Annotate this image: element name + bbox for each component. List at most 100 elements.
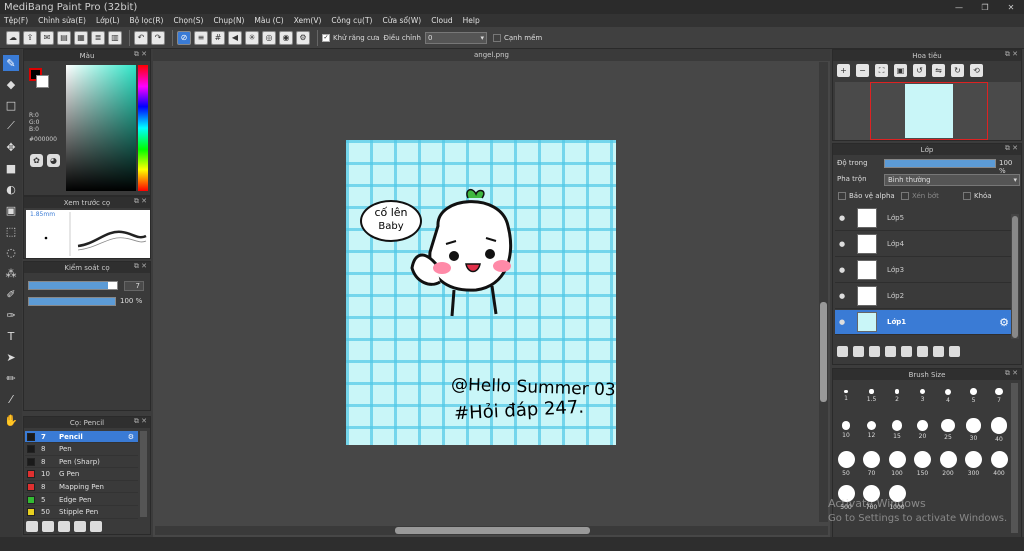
panel-controls-icon[interactable]: ⧉ ✕ xyxy=(134,262,147,271)
opacity-slider[interactable] xyxy=(28,297,116,306)
brush-size-option[interactable]: 12 xyxy=(861,415,883,445)
brush-size-option[interactable]: 1 xyxy=(835,381,857,411)
perspective-snap-icon[interactable]: ◀ xyxy=(228,30,242,45)
brush-list-item[interactable]: 50 Stipple Pen xyxy=(25,507,138,519)
menu-select[interactable]: Chọn(S) xyxy=(173,16,203,25)
bucket-tool-icon[interactable]: ◐ xyxy=(3,181,19,197)
cloud-icon[interactable]: ☁ xyxy=(6,30,20,45)
layer-opacity-slider[interactable] xyxy=(884,159,996,168)
horizontal-scroll-thumb[interactable] xyxy=(395,527,590,534)
soft-edge-checkbox[interactable] xyxy=(493,33,501,42)
flip-icon[interactable]: ⇋ xyxy=(932,64,945,77)
menu-tools[interactable]: Công cụ(T) xyxy=(331,16,372,25)
brush-size-option[interactable]: 70 xyxy=(861,449,883,479)
rotate-right-icon[interactable]: ↻ xyxy=(951,64,964,77)
brush-size-scrollbar[interactable] xyxy=(1011,383,1018,533)
zoom-out-icon[interactable]: − xyxy=(856,64,869,77)
menu-cloud[interactable]: Cloud xyxy=(431,16,452,25)
divide-tool-icon[interactable]: ✏ xyxy=(3,370,19,386)
select-eraser-icon[interactable]: ✑ xyxy=(3,307,19,323)
parallel-snap-icon[interactable]: ≡ xyxy=(194,30,208,45)
upload-icon[interactable]: ⇪ xyxy=(23,30,37,45)
brush-size-option[interactable]: 3 xyxy=(912,381,934,411)
operation-tool-icon[interactable]: ➤ xyxy=(3,349,19,365)
brush-size-option[interactable]: 5 xyxy=(963,381,985,411)
visibility-icon[interactable]: ● xyxy=(835,318,849,326)
layer-row[interactable]: ● Lớp4 xyxy=(835,232,1013,257)
shape-tool-icon[interactable]: ■ xyxy=(3,160,19,176)
redo-icon[interactable]: ↷ xyxy=(151,30,165,45)
brush-delete-icon[interactable] xyxy=(90,521,102,532)
layer-row[interactable]: ● Lớp3 xyxy=(835,258,1013,283)
canvas-tab[interactable]: angel.png xyxy=(153,49,830,61)
magic-wand-icon[interactable]: ⁂ xyxy=(3,265,19,281)
navigator-view[interactable] xyxy=(835,82,1021,140)
close-button[interactable]: ✕ xyxy=(998,0,1024,14)
duplicate-layer-icon[interactable] xyxy=(917,346,928,357)
menu-help[interactable]: Help xyxy=(463,16,480,25)
panel-controls-icon[interactable]: ⧉ ✕ xyxy=(1005,369,1018,378)
brush-size-option[interactable]: 150 xyxy=(912,449,934,479)
brush-size-option[interactable]: 15 xyxy=(886,415,908,445)
brush-size-option[interactable]: 50 xyxy=(835,449,857,479)
menu-file[interactable]: Tệp(F) xyxy=(4,16,28,25)
brush-size-option[interactable]: 100 xyxy=(886,449,908,479)
brush-size-option[interactable]: 25 xyxy=(937,415,959,445)
gear-icon[interactable]: ⚙ xyxy=(296,30,310,45)
maximize-button[interactable]: ❐ xyxy=(972,0,998,14)
canvas-area[interactable]: angel.png cố lên Baby @Hello Summer 03 0… xyxy=(153,49,830,537)
blend-mode-select[interactable]: Bình thường xyxy=(884,174,1020,186)
brush-list-item[interactable]: 8 Pen xyxy=(25,444,138,456)
brush-copy-icon[interactable] xyxy=(74,521,86,532)
eyedropper-icon[interactable]: ⁄ xyxy=(3,391,19,407)
undo-icon[interactable]: ↶ xyxy=(134,30,148,45)
select-pen-icon[interactable]: ✐ xyxy=(3,286,19,302)
brush-tool-icon[interactable]: ✎ xyxy=(3,55,19,71)
artwork-image[interactable]: cố lên Baby @Hello Summer 03 04 #Hỏi đáp… xyxy=(346,140,616,445)
brush-list-item[interactable]: 8 Pen (Sharp) xyxy=(25,456,138,469)
brush-size-option[interactable]: 4 xyxy=(937,381,959,411)
size-value[interactable]: 7 xyxy=(124,281,144,291)
grid-snap-icon[interactable]: # xyxy=(211,30,225,45)
size-slider[interactable] xyxy=(28,281,118,290)
zoom-in-icon[interactable]: + xyxy=(837,64,850,77)
settings-icon[interactable]: ▥ xyxy=(108,30,122,45)
menu-color[interactable]: Màu (C) xyxy=(254,16,283,25)
background-swatch[interactable] xyxy=(36,75,49,88)
dot-tool-icon[interactable]: □ xyxy=(3,97,19,113)
menu-edit[interactable]: Chỉnh sửa(E) xyxy=(38,16,86,25)
new-layer-icon[interactable] xyxy=(837,346,848,357)
panel-controls-icon[interactable]: ⧉ ✕ xyxy=(1005,50,1018,59)
palette-icon[interactable]: ✿ xyxy=(30,154,43,167)
rotate-left-icon[interactable]: ↺ xyxy=(913,64,926,77)
layer-row[interactable]: ● Lớp5 xyxy=(835,206,1013,231)
circle-snap-icon[interactable]: ◎ xyxy=(262,30,276,45)
menu-filter[interactable]: Bộ lọc(R) xyxy=(130,16,164,25)
minimize-button[interactable]: — xyxy=(946,0,972,14)
fg-bg-swatches[interactable] xyxy=(29,68,49,88)
new-8bit-layer-icon[interactable] xyxy=(869,346,880,357)
brush-list-item[interactable]: 5 Edge Pen xyxy=(25,494,138,506)
clip-checkbox[interactable] xyxy=(901,192,909,200)
saturation-value-picker[interactable] xyxy=(66,65,136,191)
vertical-scroll-thumb[interactable] xyxy=(820,302,827,402)
page-icon[interactable]: ▤ xyxy=(57,30,71,45)
layer-scroll-thumb[interactable] xyxy=(1012,216,1018,338)
fit-icon[interactable]: ⛶ xyxy=(875,64,888,77)
brush-options-icon[interactable] xyxy=(58,521,70,532)
brush-list-scrollbar[interactable] xyxy=(140,431,147,517)
grid-icon[interactable]: ▦ xyxy=(74,30,88,45)
menu-window[interactable]: Cửa sổ(W) xyxy=(382,16,421,25)
menu-layer[interactable]: Lớp(L) xyxy=(96,16,120,25)
brush-size-option[interactable]: 10 xyxy=(835,415,857,445)
gradient-tool-icon[interactable]: ▣ xyxy=(3,202,19,218)
comment-icon[interactable]: ✉ xyxy=(40,30,54,45)
layer-settings-icon[interactable]: ⚙ xyxy=(999,316,1009,329)
brush-list-item[interactable]: 10 G Pen xyxy=(25,469,138,481)
menu-view[interactable]: Xem(V) xyxy=(294,16,322,25)
hue-slider[interactable] xyxy=(138,65,148,191)
visibility-icon[interactable]: ● xyxy=(835,266,849,274)
actual-size-icon[interactable]: ▣ xyxy=(894,64,907,77)
panel-controls-icon[interactable]: ⧉ ✕ xyxy=(134,197,147,206)
protect-alpha-checkbox[interactable] xyxy=(838,192,846,200)
